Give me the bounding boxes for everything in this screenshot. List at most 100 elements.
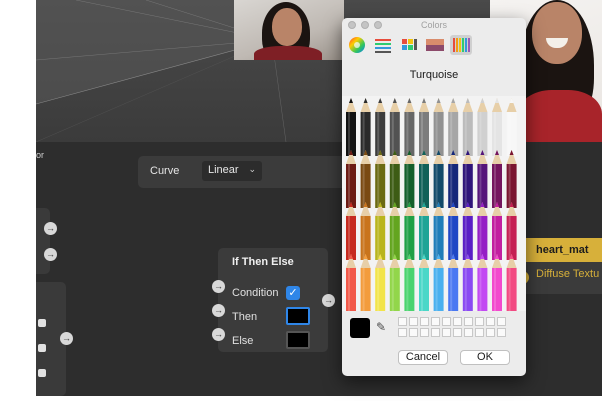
output-port-icon[interactable]: → (44, 248, 57, 261)
pencil-swatch[interactable] (389, 150, 400, 208)
custom-swatch-cell[interactable] (464, 328, 473, 337)
pencil-swatch[interactable] (462, 202, 473, 260)
custom-swatch-cell[interactable] (453, 328, 462, 337)
input-port-icon[interactable] (38, 369, 46, 377)
input-port-icon[interactable]: → (212, 328, 225, 341)
pencil-swatch[interactable] (492, 202, 502, 260)
pencil-swatch[interactable] (462, 150, 473, 208)
pencil-swatch[interactable] (419, 202, 429, 260)
pencil-swatch[interactable] (389, 254, 400, 311)
custom-swatch-cell[interactable] (442, 328, 451, 337)
node-title: If Then Else (232, 256, 294, 268)
pencil-swatch[interactable] (477, 98, 488, 156)
pencil-swatch[interactable] (404, 150, 415, 208)
custom-swatch-cell[interactable] (420, 328, 429, 337)
curve-select[interactable]: Linear ⌄ (202, 161, 262, 181)
pencil-swatch[interactable] (448, 254, 459, 311)
custom-swatch-cell[interactable] (486, 317, 495, 326)
pencil-swatch[interactable] (477, 254, 488, 311)
current-color-swatch[interactable] (350, 318, 370, 338)
colors-titlebar[interactable]: Colors (342, 18, 526, 32)
pencil-swatch[interactable] (389, 98, 400, 156)
pencil-swatch[interactable] (346, 254, 356, 311)
pencil-swatch[interactable] (448, 202, 459, 260)
custom-swatch-cell[interactable] (475, 317, 484, 326)
then-color-well[interactable] (286, 307, 310, 325)
custom-swatch-cell[interactable] (497, 328, 506, 337)
pencil-swatch[interactable] (492, 98, 502, 156)
else-color-well[interactable] (286, 331, 310, 349)
custom-swatch-cell[interactable] (420, 317, 429, 326)
custom-swatch-cell[interactable] (486, 328, 495, 337)
pencil-swatch[interactable] (477, 150, 488, 208)
custom-swatch-cell[interactable] (409, 328, 418, 337)
pencil-swatch[interactable] (492, 150, 502, 208)
input-port-icon[interactable]: → (212, 280, 225, 293)
color-sliders-tab[interactable] (372, 35, 394, 55)
pencil-swatch[interactable] (506, 150, 517, 208)
color-wheel-tab[interactable] (346, 35, 368, 55)
pencil-swatch[interactable] (360, 150, 371, 208)
material-node[interactable]: heart_mat Diffuse Textu (522, 238, 602, 294)
output-port-icon[interactable]: → (60, 332, 73, 345)
custom-swatch-cell[interactable] (453, 317, 462, 326)
condition-label: Condition (232, 287, 279, 299)
pencil-swatch[interactable] (360, 254, 371, 311)
pencil-swatch[interactable] (433, 98, 444, 156)
ok-button[interactable]: OK (460, 350, 510, 365)
pencil-swatch[interactable] (433, 254, 444, 311)
pencil-swatch[interactable] (375, 150, 386, 208)
pencil-swatch[interactable] (346, 98, 356, 156)
pencil-swatch[interactable] (346, 150, 356, 208)
custom-swatch-cell[interactable] (431, 317, 440, 326)
pencil-swatch[interactable] (462, 98, 473, 156)
pencil-swatch[interactable] (448, 150, 459, 208)
input-port-icon[interactable] (38, 319, 46, 327)
pencil-swatch[interactable] (375, 202, 386, 260)
pencil-swatch[interactable] (506, 202, 517, 260)
custom-swatch-cell[interactable] (409, 317, 418, 326)
cancel-button[interactable]: Cancel (398, 350, 448, 365)
eyedropper-icon[interactable]: ✎ (376, 320, 386, 334)
pencil-swatch[interactable] (433, 202, 444, 260)
graph-node-partial[interactable] (36, 208, 50, 274)
pencil-swatch[interactable] (492, 254, 502, 311)
color-palettes-icon (402, 39, 417, 50)
pencil-box[interactable] (342, 96, 526, 311)
pencil-swatch[interactable] (462, 254, 473, 311)
pencil-swatch[interactable] (506, 254, 517, 311)
pencil-swatch[interactable] (419, 150, 429, 208)
pencil-swatch[interactable] (419, 98, 429, 156)
pencil-swatch[interactable] (404, 254, 415, 311)
custom-swatch-cell[interactable] (464, 317, 473, 326)
output-port-icon[interactable]: → (44, 222, 57, 235)
pencil-swatch[interactable] (360, 98, 371, 156)
pencil-swatch[interactable] (404, 98, 415, 156)
custom-swatch-cell[interactable] (431, 328, 440, 337)
custom-swatch-cell[interactable] (475, 328, 484, 337)
pencil-swatch[interactable] (506, 98, 517, 156)
pencil-swatch[interactable] (433, 150, 444, 208)
custom-swatch-cell[interactable] (497, 317, 506, 326)
pencil-swatch[interactable] (346, 202, 356, 260)
condition-checkbox[interactable]: ✓ (286, 286, 300, 300)
pencil-swatch[interactable] (375, 98, 386, 156)
pencil-swatch[interactable] (404, 202, 415, 260)
custom-swatch-cell[interactable] (398, 328, 407, 337)
image-palettes-tab[interactable] (424, 35, 446, 55)
colors-panel: Colors Turquoise ✎ Cancel OK (342, 18, 526, 376)
pencil-swatch[interactable] (477, 202, 488, 260)
pencil-swatch[interactable] (360, 202, 371, 260)
pencil-swatch[interactable] (448, 98, 459, 156)
output-port-icon[interactable]: → (322, 294, 335, 307)
pencils-tab[interactable] (450, 35, 472, 55)
custom-swatch-cell[interactable] (442, 317, 451, 326)
pencil-swatch[interactable] (419, 254, 429, 311)
pencil-swatch[interactable] (389, 202, 400, 260)
custom-swatch-cell[interactable] (398, 317, 407, 326)
pencil-swatch[interactable] (375, 254, 386, 311)
if-then-else-node[interactable]: If Then Else Condition ✓ Then Else (218, 248, 328, 352)
input-port-icon[interactable] (38, 344, 46, 352)
color-palettes-tab[interactable] (398, 35, 420, 55)
input-port-icon[interactable]: → (212, 304, 225, 317)
